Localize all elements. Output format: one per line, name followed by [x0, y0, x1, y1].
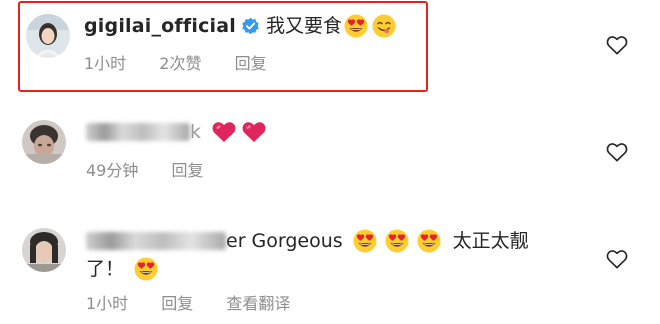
comment-text: k	[190, 121, 202, 143]
blurred-username[interactable]	[86, 232, 226, 250]
reply-button[interactable]: 回复	[171, 161, 203, 180]
verified-badge-icon	[241, 17, 260, 36]
heart-outline-icon[interactable]	[606, 142, 628, 162]
red-heart-emoji	[241, 120, 267, 144]
heart-outline-icon[interactable]	[606, 35, 628, 55]
comment-2: k 49分钟 回复	[0, 108, 660, 208]
heart-outline-icon[interactable]	[606, 249, 628, 269]
heart-eyes-emoji	[385, 229, 409, 253]
comment-text: 我又要食	[265, 15, 342, 37]
yum-emoji	[372, 14, 396, 38]
username-suffix: er	[226, 230, 246, 252]
username[interactable]: gigilai_official	[84, 13, 236, 39]
comment-text: Gorgeous	[251, 230, 343, 252]
avatar[interactable]	[26, 14, 70, 58]
heart-eyes-emoji	[344, 14, 368, 38]
comment-3-line-1: er Gorgeous 太正太靓	[86, 228, 529, 254]
comment-3-line-2: 了！	[86, 256, 160, 282]
heart-eyes-emoji	[134, 257, 158, 281]
avatar[interactable]	[22, 120, 66, 164]
comment-3: er Gorgeous 太正太靓 了！ 1小时 回复 查看翻译	[0, 216, 660, 324]
avatar[interactable]	[22, 228, 66, 272]
comment-2-line: k	[86, 119, 269, 145]
comment-text-chinese: 太正太靓	[452, 230, 529, 252]
see-translation-button[interactable]: 查看翻译	[226, 294, 290, 313]
comment-text-line-2: 了！	[86, 258, 125, 280]
like-count[interactable]: 2次赞	[159, 54, 201, 73]
red-heart-emoji	[211, 120, 237, 144]
timestamp: 1小时	[84, 54, 127, 73]
heart-eyes-emoji	[353, 229, 377, 253]
comment-2-meta: 49分钟 回复	[86, 161, 231, 181]
reply-button[interactable]: 回复	[235, 54, 267, 73]
reply-button[interactable]: 回复	[161, 294, 193, 313]
blurred-username[interactable]	[86, 123, 190, 141]
comment-1: gigilai_official 我又要食 1小时 2次赞 回复	[0, 0, 660, 100]
comment-3-meta: 1小时 回复 查看翻译	[86, 294, 318, 314]
comment-1-line: gigilai_official 我又要食	[84, 13, 398, 39]
timestamp: 1小时	[86, 294, 129, 313]
comment-1-meta: 1小时 2次赞 回复	[84, 54, 295, 74]
heart-eyes-emoji	[417, 229, 441, 253]
timestamp: 49分钟	[86, 161, 139, 180]
